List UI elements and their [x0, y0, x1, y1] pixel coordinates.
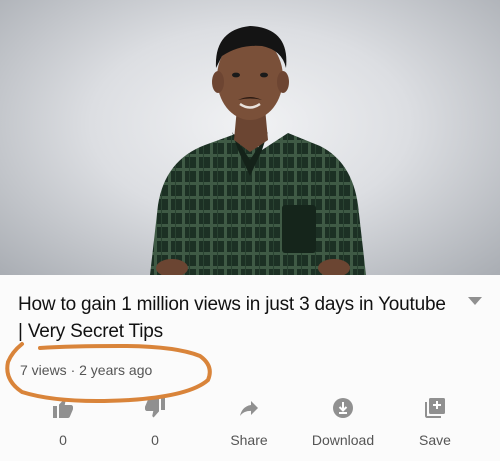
like-count: 0: [59, 432, 67, 448]
dislike-count: 0: [151, 432, 159, 448]
like-button[interactable]: 0: [18, 388, 108, 458]
save-button[interactable]: Save: [390, 388, 480, 458]
download-icon: [333, 398, 353, 418]
expand-chevron-icon[interactable]: [468, 297, 482, 305]
video-title[interactable]: How to gain 1 million views in just 3 da…: [18, 291, 448, 345]
thumbs-down-icon: [145, 398, 165, 418]
save-playlist-icon: [425, 398, 445, 418]
video-view-count-and-date: 7 views · 2 years ago: [20, 362, 153, 378]
share-icon: [240, 401, 258, 416]
download-label: Download: [311, 432, 375, 448]
video-player[interactable]: [0, 0, 500, 275]
save-label: Save: [419, 432, 451, 448]
download-button[interactable]: Download: [298, 388, 388, 458]
action-bar: 0 0 Share Download Save: [0, 388, 500, 458]
dislike-button[interactable]: 0: [110, 388, 200, 458]
share-label: Share: [230, 432, 268, 448]
video-info-panel: How to gain 1 million views in just 3 da…: [0, 275, 500, 461]
thumbs-up-icon: [53, 399, 73, 418]
share-button[interactable]: Share: [204, 388, 294, 458]
video-thumbnail: [150, 26, 366, 275]
